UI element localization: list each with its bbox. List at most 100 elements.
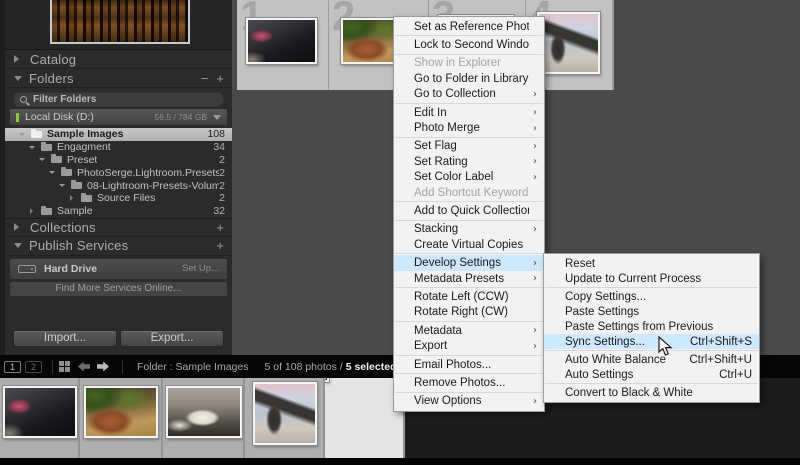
main-window-button[interactable]: 1 bbox=[4, 361, 21, 373]
previous-photo-arrow-icon[interactable] bbox=[78, 362, 90, 372]
disclosure-triangle-icon[interactable] bbox=[69, 195, 79, 201]
menu-item-label: Metadata bbox=[414, 325, 529, 337]
grid-cell[interactable]: 1 ± bbox=[237, 0, 329, 90]
menu-item[interactable]: Create Virtual Copies › bbox=[394, 237, 544, 252]
menu-separator bbox=[395, 201, 543, 202]
menu-item[interactable]: Edit In › bbox=[394, 105, 544, 120]
menu-item[interactable]: Go to Collection › bbox=[394, 87, 544, 102]
disclosure-triangle-icon[interactable] bbox=[59, 181, 69, 190]
filmstrip-cell[interactable]: ± bbox=[80, 378, 163, 458]
photo-thumbnail[interactable]: ± bbox=[325, 378, 329, 382]
folder-row[interactable]: Preset 2 bbox=[5, 154, 232, 167]
menu-item[interactable]: Add Shortcut Keyword › bbox=[394, 185, 544, 200]
volume-browser-local-disk[interactable]: Local Disk (D:) 56.5 / 784 GB bbox=[10, 109, 227, 125]
menu-item-label: Develop Settings bbox=[414, 257, 529, 269]
find-more-services-button[interactable]: Find More Services Online... bbox=[10, 282, 227, 296]
photo-thumbnail[interactable]: ± bbox=[613, 0, 614, 4]
chevron-down-icon bbox=[14, 76, 22, 85]
grid-cell[interactable]: 5 ± bbox=[613, 0, 614, 90]
menu-item[interactable]: Stacking › bbox=[394, 222, 544, 237]
menu-item[interactable]: Paste Settings bbox=[544, 304, 759, 319]
menu-item[interactable]: Set Rating › bbox=[394, 154, 544, 169]
filter-folders-input[interactable]: Filter Folders bbox=[13, 92, 224, 107]
menu-item[interactable]: Auto White Balance Ctrl+Shift+U bbox=[544, 352, 759, 367]
second-window-button[interactable]: 2 bbox=[25, 361, 42, 373]
menu-item[interactable]: Set Flag › bbox=[394, 139, 544, 154]
menu-item[interactable]: Lock to Second Window › bbox=[394, 37, 544, 52]
find-more-services-label: Find More Services Online... bbox=[55, 283, 181, 294]
photo-thumbnail[interactable]: ± bbox=[246, 18, 317, 64]
disclosure-triangle-icon[interactable] bbox=[39, 155, 49, 164]
folder-row[interactable]: PhotoSerge.Lightroom.Presets.Vol.1-8-...… bbox=[5, 166, 232, 179]
menu-item[interactable]: Convert to Black & White bbox=[544, 385, 759, 400]
folder-icon bbox=[71, 182, 82, 189]
menu-item[interactable]: Metadata Presets › bbox=[394, 271, 544, 286]
volume-chevron-down-icon[interactable] bbox=[213, 115, 221, 124]
menu-item[interactable]: Copy Settings... bbox=[544, 289, 759, 304]
catalog-panel-header[interactable]: Catalog bbox=[5, 50, 232, 69]
menu-item[interactable]: Develop Settings › bbox=[394, 255, 544, 270]
menu-item[interactable]: Update to Current Process bbox=[544, 271, 759, 286]
photo-thumbnail[interactable]: ± bbox=[3, 386, 77, 438]
add-folder-button[interactable]: + bbox=[216, 71, 224, 86]
disclosure-triangle-icon[interactable] bbox=[19, 130, 29, 139]
filmstrip-cell[interactable]: ± bbox=[163, 378, 245, 458]
set-up-button[interactable]: Set Up... bbox=[182, 263, 219, 274]
add-collection-button[interactable]: + bbox=[216, 220, 224, 235]
menu-item[interactable]: Reset bbox=[544, 256, 759, 271]
navigator-preview-image[interactable] bbox=[50, 0, 190, 44]
collections-panel-header[interactable]: Collections + bbox=[5, 218, 232, 237]
chevron-right-icon bbox=[14, 55, 23, 63]
folder-name: Sample bbox=[57, 205, 93, 217]
menu-item[interactable]: Sync Settings... Ctrl+Shift+S bbox=[544, 334, 759, 349]
menu-item[interactable]: Export › bbox=[394, 338, 544, 353]
import-button[interactable]: Import... bbox=[13, 330, 117, 347]
toolbar-divider bbox=[52, 360, 53, 374]
selected-count-label: 5 selected bbox=[346, 361, 397, 373]
submenu-arrow-icon: › bbox=[529, 107, 537, 118]
folder-row[interactable]: Sample Images 108 bbox=[5, 128, 232, 141]
menu-item-label: Set Flag bbox=[414, 140, 529, 152]
filmstrip-cell[interactable]: ± bbox=[245, 378, 325, 458]
menu-item[interactable]: Metadata › bbox=[394, 323, 544, 338]
menu-item[interactable]: Remove Photos... › bbox=[394, 375, 544, 390]
menu-separator bbox=[545, 350, 758, 351]
menu-item[interactable]: Show in Explorer › bbox=[394, 56, 544, 71]
folder-row[interactable]: Source Files 2 bbox=[5, 192, 232, 205]
menu-item[interactable]: Set as Reference Photo › bbox=[394, 19, 544, 34]
menu-item[interactable]: Add to Quick Collection › bbox=[394, 203, 544, 218]
menu-item[interactable]: Rotate Right (CW) › bbox=[394, 305, 544, 320]
folder-row[interactable]: 08-Lightroom-Presets-Volume-3-Mo... 2 bbox=[5, 179, 232, 192]
menu-item[interactable]: Photo Merge › bbox=[394, 120, 544, 135]
menu-item[interactable]: Go to Folder in Library › bbox=[394, 71, 544, 86]
photo-thumbnail[interactable]: ± bbox=[84, 386, 158, 438]
folders-panel-header[interactable]: Folders − + bbox=[5, 69, 232, 88]
menu-item[interactable]: Auto Settings Ctrl+U bbox=[544, 367, 759, 382]
disclosure-triangle-icon[interactable] bbox=[29, 143, 39, 152]
menu-item[interactable]: Email Photos... › bbox=[394, 357, 544, 372]
menu-item-label: Go to Collection bbox=[414, 88, 529, 100]
folder-icon bbox=[61, 169, 72, 176]
catalog-panel-label: Catalog bbox=[30, 52, 76, 67]
menu-item[interactable]: Paste Settings from Previous bbox=[544, 319, 759, 334]
menu-item[interactable]: Rotate Left (CCW) › bbox=[394, 289, 544, 304]
menu-item[interactable]: Set Color Label › bbox=[394, 170, 544, 185]
photo-thumbnail[interactable]: ± bbox=[166, 386, 242, 438]
grid-view-icon[interactable] bbox=[59, 361, 70, 372]
source-folder-label[interactable]: Folder : Sample Images bbox=[137, 361, 248, 373]
menu-item[interactable]: View Options › bbox=[394, 394, 544, 409]
add-publish-service-button[interactable]: + bbox=[216, 238, 224, 253]
left-panel: Catalog Folders − + Filter Folders Local… bbox=[0, 0, 232, 355]
filmstrip-cell[interactable]: ± bbox=[0, 378, 80, 458]
photo-thumbnail[interactable]: ± bbox=[537, 12, 600, 74]
folder-row[interactable]: Engagment 34 bbox=[5, 141, 232, 154]
disclosure-triangle-icon[interactable] bbox=[49, 168, 59, 177]
publish-service-hard-drive[interactable]: Hard Drive Set Up... bbox=[10, 259, 227, 279]
disclosure-triangle-icon[interactable] bbox=[29, 208, 39, 214]
photo-thumbnail[interactable]: ± bbox=[253, 382, 317, 445]
next-photo-arrow-icon[interactable] bbox=[97, 362, 109, 372]
folder-row[interactable]: Sample 32 bbox=[5, 205, 232, 218]
collapse-folders-button[interactable]: − bbox=[201, 71, 209, 86]
publish-services-panel-header[interactable]: Publish Services + bbox=[5, 237, 232, 256]
export-button[interactable]: Export... bbox=[120, 330, 224, 347]
